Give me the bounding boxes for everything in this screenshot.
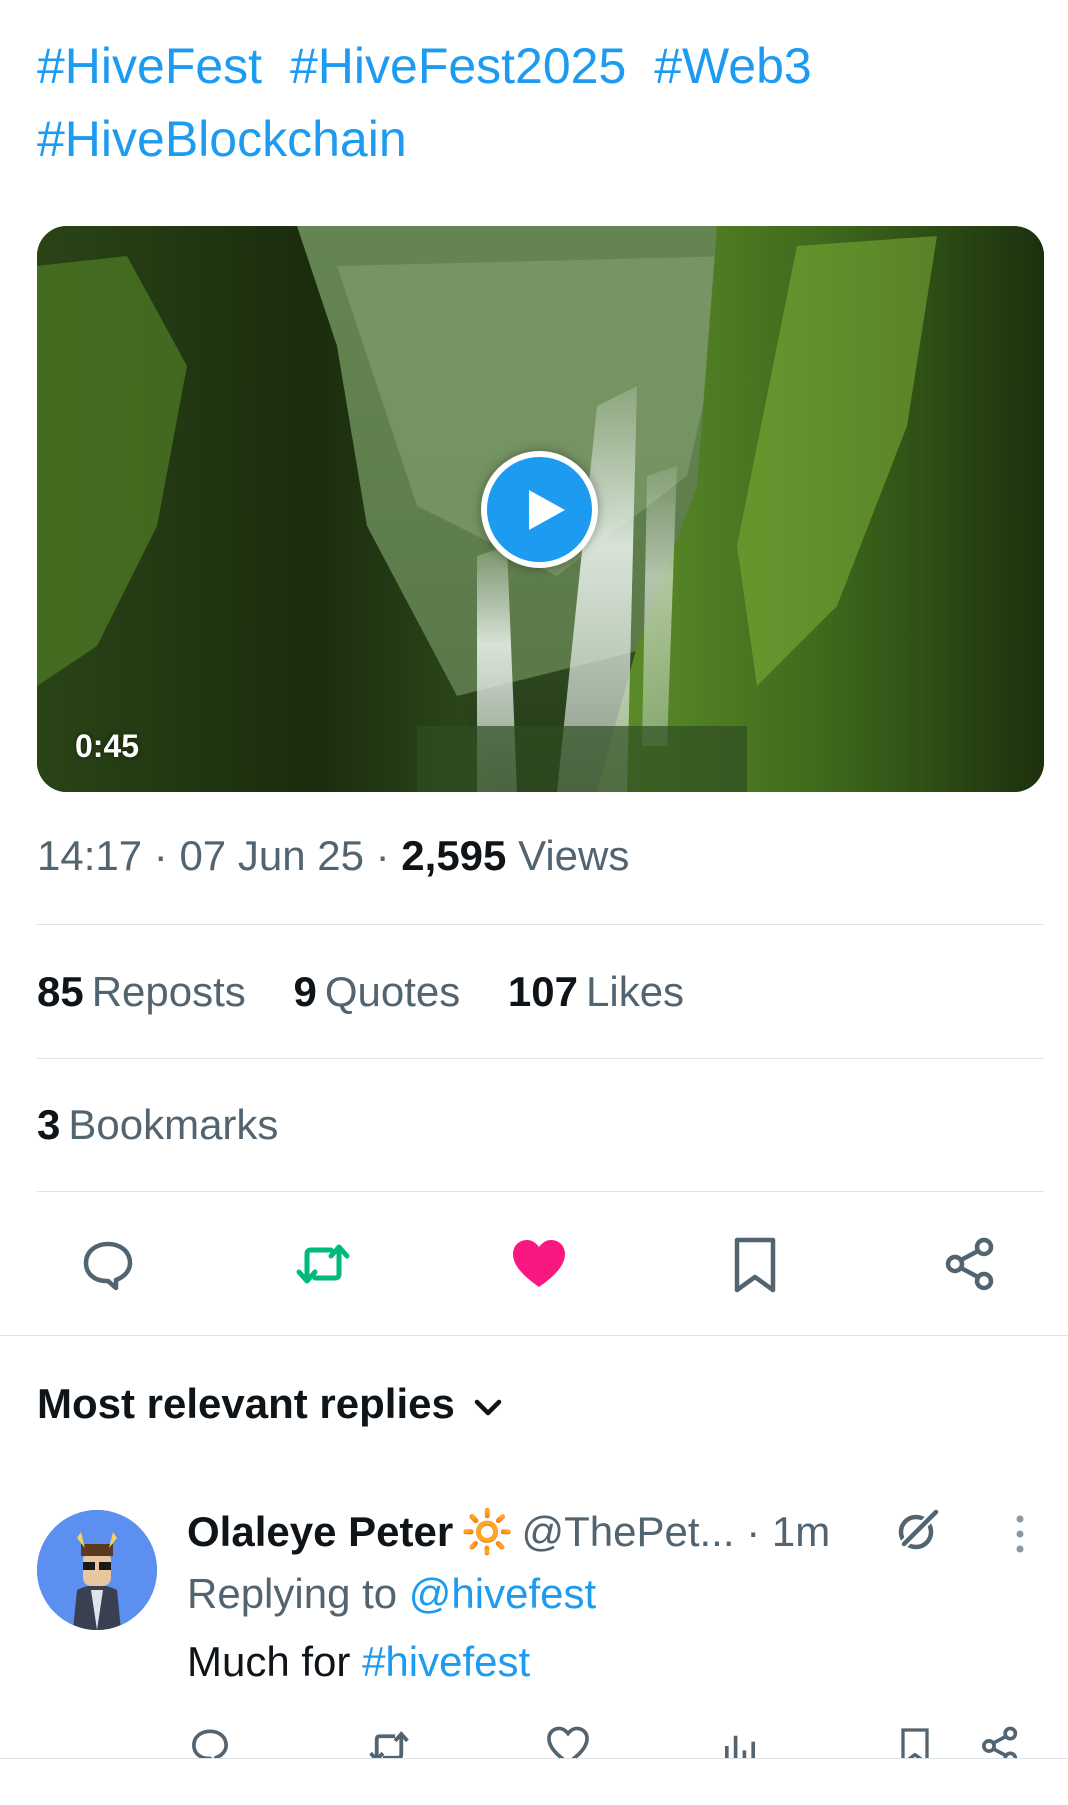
- likes-count: 107: [507, 968, 578, 1015]
- play-icon: [529, 490, 565, 530]
- meta-separator: ·: [375, 832, 390, 879]
- divider: [37, 924, 1044, 925]
- engagement-stats: 85 Reposts 9 Quotes 107 Likes: [37, 968, 720, 1016]
- reply-icon: [83, 1241, 133, 1291]
- bookmarks-label: Bookmarks: [68, 1101, 279, 1148]
- post-time[interactable]: 14:17: [37, 832, 142, 879]
- replies-sort-dropdown[interactable]: Most relevant replies: [37, 1380, 505, 1428]
- likes-stat[interactable]: 107 Likes: [508, 968, 684, 1015]
- meta-separator: ·: [153, 832, 168, 879]
- quotes-label: Quotes: [324, 968, 461, 1015]
- divider: [37, 1058, 1044, 1059]
- bookmark-button[interactable]: [725, 1234, 785, 1294]
- divider: [0, 1335, 1068, 1336]
- sun-badge-icon: 🔆: [461, 1508, 514, 1555]
- repost-button[interactable]: [293, 1234, 353, 1294]
- share-icon: [945, 1237, 994, 1291]
- more-vertical-icon: [1016, 1515, 1024, 1553]
- post-date[interactable]: 07 Jun 25: [179, 832, 364, 879]
- grok-button[interactable]: [894, 1506, 942, 1559]
- reply-header: Olaleye Peter 🔆 @ThePet... · 1m: [187, 1508, 830, 1557]
- bookmark-icon: [734, 1237, 776, 1293]
- hashtag-link[interactable]: #Web3: [654, 38, 812, 94]
- bookmarks-stat[interactable]: 3 Bookmarks: [37, 1101, 278, 1149]
- hashtag-link[interactable]: #hivefest: [362, 1638, 530, 1685]
- grok-icon: [898, 1508, 940, 1550]
- more-options-button[interactable]: [1012, 1514, 1028, 1559]
- quotes-stat[interactable]: 9 Quotes: [293, 968, 460, 1015]
- likes-label: Likes: [586, 968, 685, 1015]
- reply-author-handle[interactable]: @ThePet...: [521, 1508, 734, 1555]
- reply-text: Much for #hivefest: [187, 1638, 530, 1686]
- heart-filled-icon: [513, 1240, 565, 1287]
- bookmarks-count: 3: [37, 1101, 61, 1148]
- video-player[interactable]: 0:45: [37, 226, 1044, 792]
- hashtag-link[interactable]: #HiveFest2025: [290, 38, 626, 94]
- divider: [37, 1191, 1044, 1192]
- views-count: 2,595: [401, 832, 507, 879]
- reply-time[interactable]: 1m: [772, 1508, 830, 1555]
- reposts-stat[interactable]: 85 Reposts: [37, 968, 246, 1015]
- repost-icon: [296, 1244, 350, 1284]
- hashtag-link[interactable]: #HiveFest: [37, 38, 262, 94]
- share-button[interactable]: [940, 1234, 1000, 1294]
- replying-prefix: Replying to: [187, 1570, 398, 1617]
- reply-text-body: Much for: [187, 1638, 351, 1685]
- hashtag-link[interactable]: #HiveBlockchain: [37, 111, 407, 167]
- meta-separator: ·: [746, 1508, 761, 1555]
- views-label: Views: [518, 832, 630, 879]
- reply-button[interactable]: [78, 1234, 138, 1294]
- replying-to: Replying to @hivefest: [187, 1570, 596, 1618]
- replies-sort-label: Most relevant replies: [37, 1380, 455, 1427]
- like-button[interactable]: [509, 1234, 569, 1294]
- bottom-overlay: [0, 1758, 1068, 1805]
- post-hashtags: #HiveFest #HiveFest2025 #Web3 #HiveBlock…: [37, 30, 1037, 176]
- avatar[interactable]: [37, 1510, 157, 1630]
- play-button[interactable]: [481, 451, 598, 568]
- quotes-count: 9: [293, 968, 317, 1015]
- post-metadata: 14:17 · 07 Jun 25 · 2,595 Views: [37, 832, 629, 880]
- reposts-count: 85: [37, 968, 84, 1015]
- reply-author-name[interactable]: Olaleye Peter: [187, 1508, 453, 1555]
- avatar-image: [37, 1510, 157, 1630]
- video-duration: 0:45: [75, 728, 140, 764]
- chevron-down-icon: [474, 1399, 502, 1416]
- mention-link[interactable]: @hivefest: [409, 1570, 596, 1617]
- reposts-label: Reposts: [91, 968, 246, 1015]
